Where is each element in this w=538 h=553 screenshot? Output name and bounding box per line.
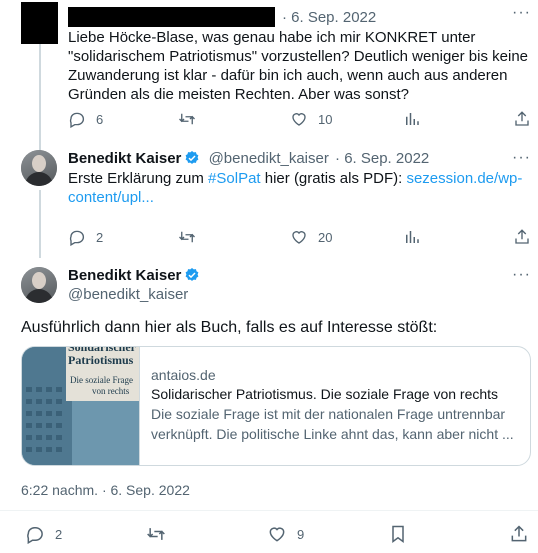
- like-button[interactable]: 10: [290, 110, 332, 128]
- tweet1-text: Liebe Höcke-Blase, was genau habe ich mi…: [68, 28, 528, 104]
- retweet-button[interactable]: [146, 524, 176, 544]
- card-description: Die soziale Frage ist mit der nationalen…: [151, 406, 506, 422]
- share-icon: [515, 111, 529, 126]
- tweet2-text: Erste Erklärung zum #SolPat hier (gratis…: [68, 169, 528, 207]
- retweet-icon: [179, 231, 195, 243]
- thread-line: [39, 190, 41, 258]
- tweet2-date[interactable]: · 6. Sep. 2022: [335, 150, 429, 167]
- bookmark-button[interactable]: [388, 524, 418, 544]
- tweet1-date[interactable]: · 6. Sep. 2022: [282, 8, 376, 27]
- divider: [0, 510, 538, 511]
- redacted-avatar: [21, 2, 58, 44]
- share-button[interactable]: [513, 228, 538, 246]
- like-button[interactable]: 20: [290, 228, 332, 246]
- thread-line: [39, 36, 41, 156]
- reply-count: 2: [96, 229, 104, 245]
- tweet2-header: Benedikt Kaiser @benedikt_kaiser · 6. Se…: [68, 149, 429, 168]
- retweet-button[interactable]: [178, 228, 206, 246]
- verified-badge-icon: [185, 151, 199, 164]
- like-button[interactable]: 9: [267, 524, 304, 544]
- retweet-icon: [179, 113, 195, 125]
- share-button[interactable]: [509, 524, 538, 544]
- share-icon: [515, 229, 529, 244]
- like-count: 10: [318, 111, 333, 127]
- tweet2-text-prefix: Erste Erklärung zum: [68, 170, 209, 187]
- card-domain: antaios.de: [151, 367, 216, 383]
- tweet1-text-line: "solidarischem Patriotismus" vorzustelle…: [68, 48, 529, 65]
- reply-button[interactable]: 6: [68, 110, 103, 128]
- author-handle[interactable]: @benedikt_kaiser: [68, 285, 188, 304]
- url-link-continued[interactable]: content/upl...: [68, 189, 154, 206]
- book-cover-image: Solidarischer Patriotismus Die soziale F…: [22, 347, 140, 465]
- more-options-icon[interactable]: ···: [512, 150, 531, 166]
- book-cover-subtitle: Die soziale Frage: [70, 375, 133, 385]
- link-preview-card[interactable]: Solidarischer Patriotismus Die soziale F…: [21, 346, 531, 466]
- heart-icon: [292, 113, 306, 126]
- reply-button[interactable]: 2: [68, 228, 103, 246]
- main-text: Ausführlich dann hier als Buch, falls es…: [21, 319, 438, 336]
- author-name[interactable]: Benedikt Kaiser: [68, 150, 181, 167]
- redacted-author: [68, 7, 275, 27]
- heart-icon: [269, 527, 285, 542]
- book-cover-title: Patriotismus: [68, 353, 134, 367]
- views-icon: [406, 231, 419, 243]
- avatar[interactable]: [21, 150, 57, 186]
- like-count: 20: [318, 229, 333, 245]
- hashtag-link[interactable]: #SolPat: [208, 170, 261, 187]
- reply-count: 6: [96, 111, 104, 127]
- retweet-icon: [147, 528, 165, 540]
- reply-icon: [27, 527, 43, 544]
- share-button[interactable]: [513, 110, 538, 128]
- heart-icon: [292, 231, 306, 244]
- bookmark-icon: [392, 525, 404, 543]
- more-options-icon[interactable]: ···: [512, 267, 531, 283]
- like-count: 9: [297, 526, 305, 542]
- verified-badge-icon: [185, 268, 199, 281]
- tweet1-text-line: Liebe Höcke-Blase, was genau habe ich mi…: [68, 29, 476, 46]
- reply-icon: [69, 230, 85, 246]
- tweet2-text-mid: hier (gratis als PDF):: [260, 170, 407, 187]
- tweet-timestamp[interactable]: 6:22 nachm. · 6. Sep. 2022: [21, 482, 190, 498]
- views-button[interactable]: [403, 228, 431, 246]
- share-icon: [511, 525, 527, 542]
- reply-count: 2: [55, 526, 63, 542]
- avatar[interactable]: [21, 267, 57, 303]
- book-cover-subtitle-2: von rechts: [92, 386, 130, 396]
- card-title: Solidarischer Patriotismus. Die soziale …: [151, 386, 499, 402]
- author-handle[interactable]: @benedikt_kaiser: [209, 150, 329, 167]
- tweet1-text-line: Zuwanderung ist klar - dafür bin ich auc…: [68, 67, 508, 84]
- card-description: verknüpft. Die politische Linke ahnt das…: [151, 426, 514, 442]
- more-options-icon[interactable]: ···: [512, 5, 531, 21]
- main-author: Benedikt Kaiser: [68, 266, 200, 285]
- views-icon: [406, 113, 419, 125]
- reply-icon: [69, 112, 85, 128]
- url-link[interactable]: sezession.de/wp-: [406, 170, 522, 187]
- views-button[interactable]: [403, 110, 431, 128]
- retweet-button[interactable]: [178, 110, 206, 128]
- author-name[interactable]: Benedikt Kaiser: [68, 267, 181, 284]
- tweet1-text-line: Gründen als die meisten Rechten. Aber wa…: [68, 86, 410, 103]
- reply-button[interactable]: 2: [25, 524, 62, 544]
